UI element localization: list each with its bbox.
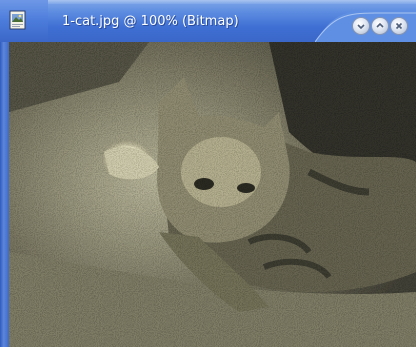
minimize-button[interactable] xyxy=(352,17,370,35)
document-window: 1-cat.jpg @ 100% (Bitmap) xyxy=(0,0,416,347)
close-icon xyxy=(395,22,403,30)
window-title: 1-cat.jpg @ 100% (Bitmap) xyxy=(62,14,239,29)
cat-photo xyxy=(9,42,416,347)
title-bar[interactable]: 1-cat.jpg @ 100% (Bitmap) xyxy=(0,0,416,42)
photoshop-document-icon[interactable] xyxy=(9,10,27,30)
close-button[interactable] xyxy=(390,17,408,35)
minimize-icon xyxy=(357,24,365,30)
maximize-button[interactable] xyxy=(371,17,389,35)
maximize-icon xyxy=(376,22,384,28)
image-canvas[interactable] xyxy=(9,42,416,347)
window-left-border xyxy=(0,42,9,347)
